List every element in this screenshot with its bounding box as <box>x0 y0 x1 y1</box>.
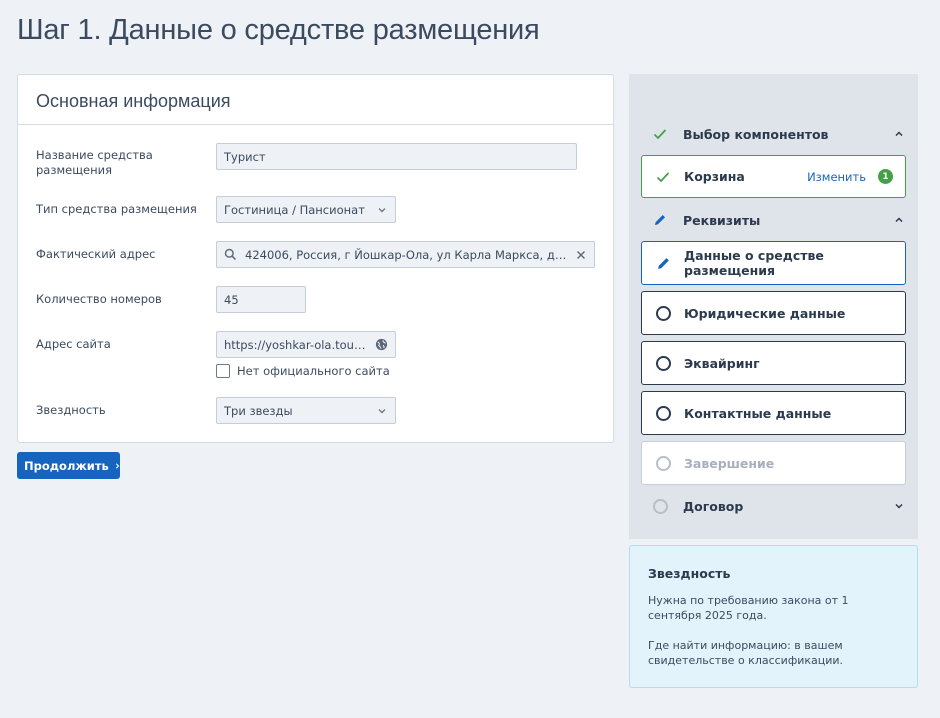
rooms-input[interactable]: 45 <box>216 286 306 313</box>
step-completion: Завершение <box>641 441 906 485</box>
chevron-down-icon[interactable] <box>893 500 905 512</box>
pencil-icon <box>655 215 665 225</box>
chevron-down-icon <box>378 408 386 413</box>
info-text-hint: Где найти информацию: в вашем свидетельс… <box>648 639 844 667</box>
circle-icon <box>653 498 668 514</box>
circle-icon <box>655 305 671 321</box>
stars-select[interactable]: Три звезды <box>216 397 396 424</box>
chevron-down-icon <box>378 207 386 212</box>
main-info-card: Основная информация Название средства ра… <box>17 74 614 443</box>
rooms-label: Количество номеров <box>36 292 162 306</box>
type-select[interactable]: Гостиница / Пансионат <box>216 196 396 223</box>
address-input[interactable]: 424006, Россия, г Йошкар-Ола, ул Карла М… <box>216 241 595 268</box>
chevron-up-icon[interactable] <box>893 128 905 140</box>
pencil-icon <box>657 257 669 269</box>
search-icon <box>224 248 237 261</box>
address-label: Фактический адрес <box>36 247 156 261</box>
site-label: Адрес сайта <box>36 337 111 351</box>
check-icon <box>653 129 667 140</box>
chevron-up-icon[interactable] <box>893 214 905 226</box>
step-contacts[interactable]: Контактные данные <box>641 391 906 435</box>
chevron-right-icon <box>115 462 120 469</box>
section-title: Основная информация <box>18 75 613 125</box>
steps-panel: Выбор компонентов Корзина Изменить 1 Рек… <box>629 74 918 539</box>
change-cart-link[interactable]: Изменить <box>807 170 866 184</box>
site-input[interactable]: https://yoshkar-ola.tourist-hotel.ru <box>216 331 396 358</box>
clear-icon[interactable] <box>575 249 587 261</box>
info-panel: Звездность Нужна по требованию закона от… <box>629 545 918 688</box>
no-site-label: Нет официального сайта <box>237 364 390 378</box>
step-acquiring[interactable]: Эквайринг <box>641 341 906 385</box>
step-legal-data[interactable]: Юридические данные <box>641 291 906 335</box>
no-site-checkbox[interactable] <box>216 364 230 378</box>
step-contract[interactable]: Договор <box>641 494 905 518</box>
type-label: Тип средства размещения <box>36 202 197 216</box>
info-text: Нужна по требованию закона от 1 сентября… <box>648 594 849 622</box>
globe-icon <box>375 338 388 351</box>
info-title: Звездность <box>648 566 731 581</box>
cart-count-badge: 1 <box>878 169 893 184</box>
circle-icon <box>655 355 671 371</box>
name-input[interactable]: Турист <box>216 143 577 170</box>
circle-icon <box>655 455 671 471</box>
page-title: Шаг 1. Данные о средстве размещения <box>17 14 540 46</box>
stars-label: Звездность <box>36 403 106 417</box>
step-cart[interactable]: Корзина Изменить 1 <box>641 155 906 198</box>
circle-icon <box>655 405 671 421</box>
continue-button[interactable]: Продолжить <box>17 452 120 479</box>
step-requisites[interactable]: Реквизиты <box>641 208 905 232</box>
step-components[interactable]: Выбор компонентов <box>641 122 905 146</box>
step-object-data[interactable]: Данные о средстве размещения <box>641 241 906 285</box>
check-icon <box>656 171 670 182</box>
name-label: Название средства размещения <box>36 148 153 177</box>
